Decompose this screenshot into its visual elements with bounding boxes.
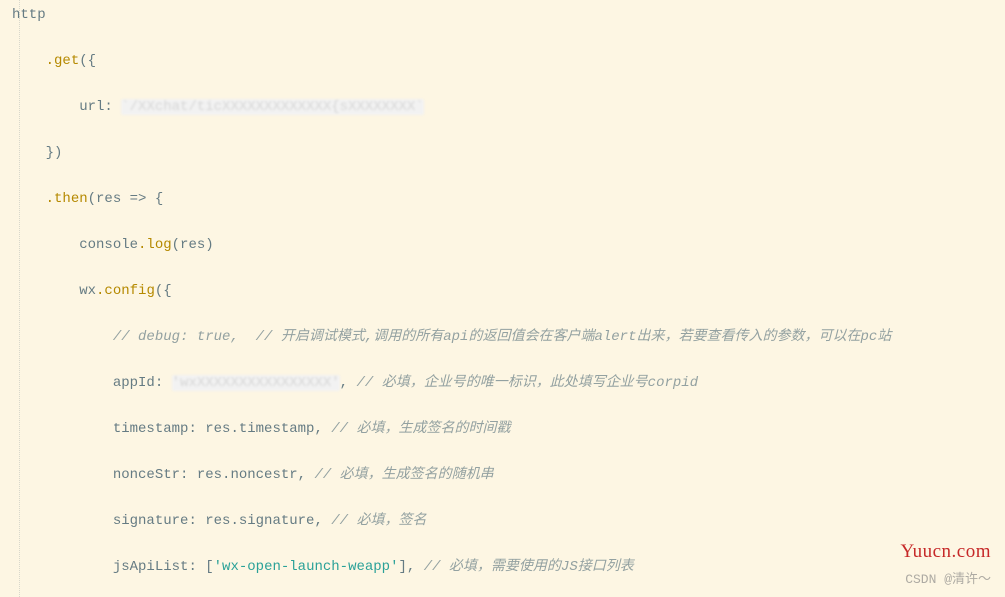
- code-line: .get({: [12, 50, 1005, 73]
- code-line: nonceStr: res.noncestr, // 必填，生成签名的随机串: [12, 464, 1005, 487]
- code-line: appId: 'wxXXXXXXXXXXXXXXXX', // 必填，企业号的唯…: [12, 372, 1005, 395]
- code-line: url: `/XXchat/ticXXXXXXXXXXXXX{sXXXXXXXX…: [12, 96, 1005, 119]
- code-line: wx.config({: [12, 280, 1005, 303]
- code-line: signature: res.signature, // 必填，签名: [12, 510, 1005, 533]
- code-line: timestamp: res.timestamp, // 必填，生成签名的时间戳: [12, 418, 1005, 441]
- attribution-text: CSDN @清许～: [905, 568, 991, 591]
- watermark-text: Yuucn.com: [900, 540, 991, 563]
- code-line: .then(res => {: [12, 188, 1005, 211]
- code-block: http .get({ url: `/XXchat/ticXXXXXXXXXXX…: [0, 0, 1005, 597]
- code-line: console.log(res): [12, 234, 1005, 257]
- code-line: // debug: true, // 开启调试模式,调用的所有api的返回值会在…: [12, 326, 1005, 349]
- code-line: http: [12, 4, 1005, 27]
- code-line: jsApiList: ['wx-open-launch-weapp'], // …: [12, 556, 1005, 579]
- code-gutter: [0, 0, 20, 597]
- code-line: }): [12, 142, 1005, 165]
